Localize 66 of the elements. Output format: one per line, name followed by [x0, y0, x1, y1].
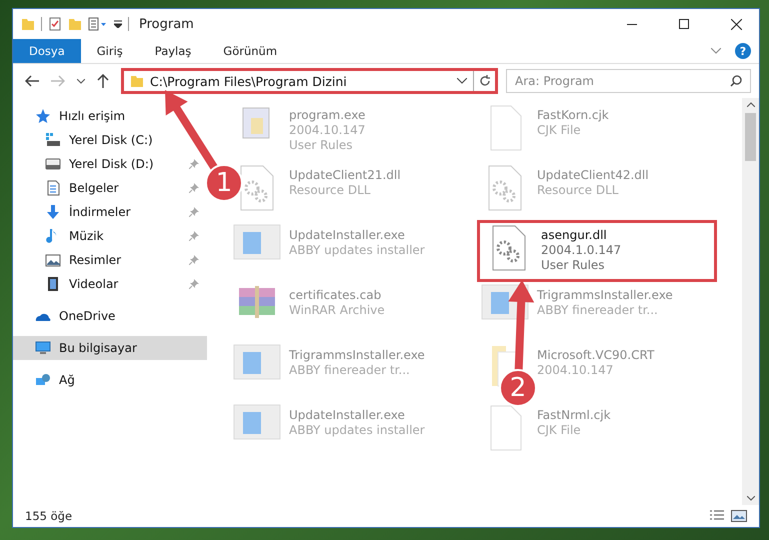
nav-item[interactable]: Yerel Disk (D:) [13, 152, 207, 176]
nav-item[interactable]: Resimler [13, 248, 207, 272]
address-path: C:\Program Files\Program Dizini [150, 74, 348, 88]
file-detail: ABBY updates installer [289, 243, 425, 257]
ribbon-tab[interactable]: Giriş [80, 39, 139, 63]
folder-icon [21, 17, 35, 31]
back-arrow-icon[interactable] [25, 75, 39, 87]
ribbon-tab[interactable]: Görünüm [207, 39, 294, 63]
scrollbar[interactable] [742, 98, 759, 505]
properties-icon[interactable] [88, 17, 108, 31]
nav-item[interactable]: Ağ [13, 368, 207, 392]
file-detail: WinRAR Archive [289, 303, 385, 317]
up-arrow-icon[interactable] [97, 74, 109, 88]
window-title: Program [139, 16, 195, 32]
monitor-icon [35, 340, 51, 356]
file-detail: CJK File [537, 423, 582, 437]
drive-icon [45, 132, 61, 148]
caret-icon[interactable] [114, 20, 122, 28]
ribbon-tab[interactable]: Dosya [13, 39, 81, 63]
nav-item[interactable]: Yerel Disk (C:) [13, 128, 207, 152]
maximize-icon[interactable] [679, 19, 689, 29]
nav-item[interactable]: İndirmeler [13, 200, 207, 224]
scroll-up-icon[interactable] [746, 102, 754, 107]
star-icon [35, 108, 51, 124]
film-icon [45, 276, 61, 292]
file-detail: ABBY finereader tr... [289, 363, 411, 377]
installer-icon [233, 344, 281, 380]
chevron-down-icon[interactable] [457, 78, 467, 84]
nav-item[interactable]: Videolar [13, 272, 207, 296]
ribbon-tab[interactable]: Paylaş [138, 39, 208, 63]
search-icon[interactable] [730, 75, 742, 87]
help-icon[interactable]: ? [735, 43, 751, 59]
file-detail: Resource DLL [537, 183, 620, 197]
file-detail: CJK File [537, 123, 582, 137]
refresh-icon[interactable] [478, 75, 490, 87]
file-detail: User Rules [541, 258, 606, 272]
file-detail: 2004.10.147 [537, 363, 614, 377]
file-detail: Resource DLL [289, 183, 372, 197]
scroll-thumb[interactable] [745, 113, 756, 161]
scroll-down-icon[interactable] [746, 496, 754, 501]
file-detail: ABBY updates installer [289, 423, 425, 437]
file-detail: ABBY finereader tr... [537, 303, 659, 317]
picture-icon [45, 252, 61, 268]
caret-icon[interactable] [77, 78, 85, 84]
document-icon [45, 180, 61, 196]
checklist-icon[interactable] [48, 17, 62, 31]
nav-item[interactable]: OneDrive [13, 304, 207, 328]
item-count: 155 öğe [25, 509, 74, 523]
large-icons-view-icon[interactable] [731, 509, 747, 523]
drive-icon [45, 156, 61, 172]
folder-icon [130, 74, 144, 88]
installer-icon [233, 404, 281, 440]
file-detail: User Rules [289, 138, 354, 152]
address-bar[interactable]: C:\Program Files\Program Dizini [121, 68, 498, 94]
file-detail: 2004.10.147 [289, 123, 366, 137]
installer-icon [233, 224, 281, 260]
down-arrow-icon [45, 204, 61, 220]
nav-item[interactable]: Belgeler [13, 176, 207, 200]
search-field[interactable]: Ara: Program [506, 69, 751, 93]
close-icon[interactable] [730, 18, 742, 30]
nav-item[interactable]: Bu bilgisayar [13, 336, 207, 360]
file-name[interactable]: asengur.dll [541, 228, 622, 242]
file-detail: 2004.1.0.147 [541, 243, 622, 257]
network-icon [35, 372, 51, 388]
nav-item[interactable]: Müzik [13, 224, 207, 248]
nav-item[interactable]: Hızlı erişim [13, 104, 207, 128]
